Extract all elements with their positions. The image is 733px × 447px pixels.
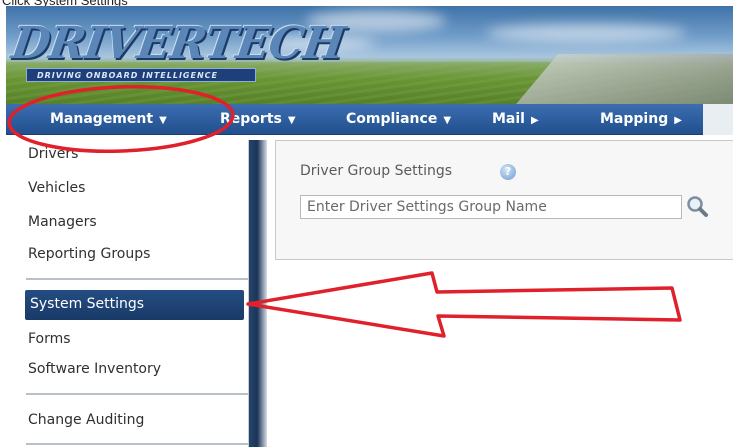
menu-item-software-inventory[interactable]: Software Inventory [28, 361, 161, 377]
nav-label: Mapping [600, 111, 669, 127]
nav-compliance[interactable]: Compliance ▼ [346, 104, 451, 134]
nav-label: Reports [220, 111, 282, 127]
panel-title: Driver Group Settings [300, 163, 453, 179]
menu-item-reporting-groups[interactable]: Reporting Groups [28, 246, 150, 262]
brand-tagline: DRIVING ONBOARD INTELLIGENCE [26, 68, 256, 82]
brand-logo[interactable]: DRIVERTECH [8, 18, 347, 69]
caret-down-icon: ▼ [443, 115, 452, 126]
menu-item-forms[interactable]: Forms [28, 331, 71, 347]
magnifier-icon[interactable] [685, 194, 709, 218]
caret-down-icon: ▼ [159, 115, 167, 126]
group-name-search-input[interactable] [300, 195, 682, 219]
help-icon[interactable]: ? [500, 164, 516, 180]
caret-right-icon: ▶ [530, 115, 539, 126]
nav-label: Mail [492, 111, 525, 127]
nav-reports[interactable]: Reports ▼ [220, 104, 296, 134]
nav-mail[interactable]: Mail ▶ [492, 104, 539, 134]
menu-divider [26, 278, 248, 280]
cloud-shape [486, 24, 686, 42]
header-banner: DRIVERTECH DRIVING ONBOARD INTELLIGENCE [6, 6, 733, 104]
nav-edge [703, 104, 733, 135]
nav-management[interactable]: Management ▼ [50, 104, 167, 134]
management-dropdown-menu: Drivers Vehicles Managers Reporting Grou… [22, 140, 249, 447]
menu-item-label: System Settings [30, 296, 145, 312]
menu-divider [26, 393, 248, 395]
nav-label: Management [50, 111, 154, 127]
menu-item-vehicles[interactable]: Vehicles [28, 180, 85, 196]
menu-item-drivers[interactable]: Drivers [28, 146, 78, 162]
nav-mapping[interactable]: Mapping ▶ [600, 104, 682, 134]
caret-down-icon: ▼ [287, 115, 296, 126]
nav-label: Compliance [346, 111, 438, 127]
menu-item-system-settings[interactable]: System Settings [25, 290, 244, 320]
caret-right-icon: ▶ [674, 115, 682, 126]
menu-item-managers[interactable]: Managers [28, 214, 97, 230]
menu-item-change-auditing[interactable]: Change Auditing [28, 412, 144, 428]
menu-divider [26, 443, 248, 445]
main-nav: Management ▼ Reports ▼ Compliance ▼ Mail ▶ M… [6, 104, 703, 135]
driver-group-settings-panel: Driver Group Settings ? [275, 140, 733, 260]
pointer-arrow [246, 271, 682, 338]
